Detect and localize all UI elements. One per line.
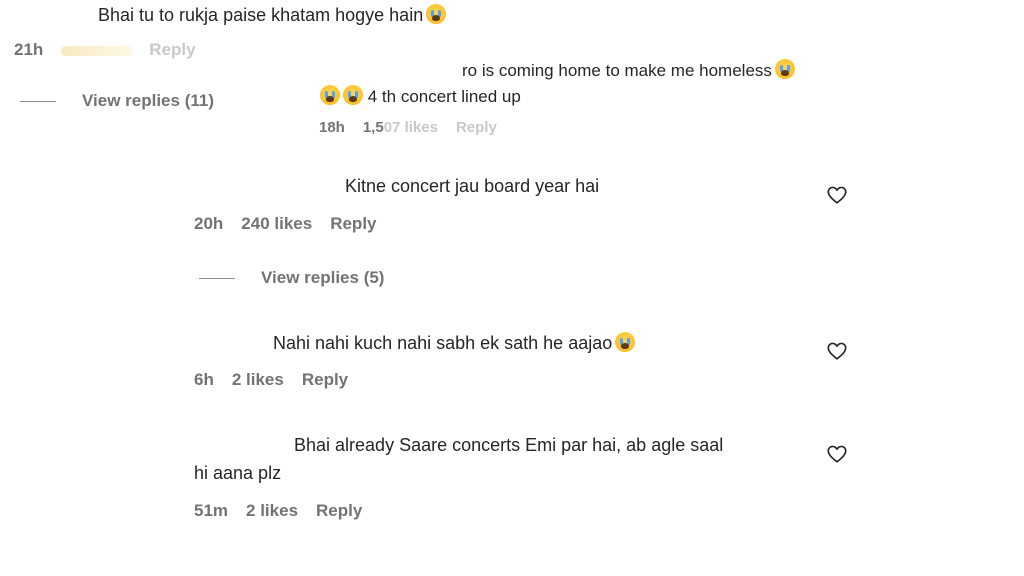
comment-4-time: 6h (194, 370, 214, 389)
comment-3-body: Kitne concert jau board year hai (345, 176, 600, 196)
crying-face-icon (320, 85, 340, 105)
comment-3-view-replies[interactable]: View replies (5) (199, 268, 384, 288)
comment-4-meta: 6h 2 likes Reply (194, 370, 366, 390)
crying-face-icon (615, 332, 636, 352)
crying-face-icon (343, 85, 363, 105)
comment-2-text-line1: ro is coming home to make me homeless (462, 59, 795, 81)
comment-5-likes: 2 likes (246, 501, 299, 520)
comment-4-body: Nahi nahi kuch nahi sabh ek sath he aaja… (273, 333, 613, 353)
comment-1-time: 21h (14, 40, 44, 59)
comment-1-view-replies[interactable]: View replies (11) (20, 91, 214, 111)
comment-5-body-line2: hi aana plz (194, 463, 282, 483)
comment-1-reply-button[interactable]: Reply (149, 40, 195, 59)
heart-icon[interactable] (826, 443, 848, 465)
comment-3-text: Kitne concert jau board year hai (345, 176, 599, 197)
comment-4-likes: 2 likes (231, 370, 284, 389)
comment-2-meta: 18h 1,507 likes Reply (319, 119, 515, 136)
comment-5-text-line1: Bhai already Saare concerts Emi par hai,… (294, 435, 723, 456)
blurred-likes (61, 45, 134, 56)
comment-2-body-line1: ro is coming home to make me homeless (462, 61, 772, 80)
comment-5-meta: 51m 2 likes Reply (194, 501, 380, 521)
crying-face-icon (774, 59, 795, 79)
comment-5-time: 51m (194, 501, 229, 520)
comment-3-reply-button[interactable]: Reply (330, 214, 376, 233)
comment-1-text: Bhai tu to rukja paise khatam hogye hain (98, 4, 447, 26)
comment-2-likes-faded: 07 likes (383, 119, 438, 136)
divider-line (20, 100, 56, 102)
comment-3-meta: 20h 240 likes Reply (194, 214, 395, 234)
comment-1-meta: 21h Reply (14, 40, 214, 60)
comment-5-reply-button[interactable]: Reply (316, 501, 362, 520)
comment-2-time: 18h (319, 119, 345, 136)
heart-icon[interactable] (826, 184, 848, 206)
comment-5-text-line2: hi aana plz (194, 463, 281, 484)
comment-4-reply-button[interactable]: Reply (302, 370, 348, 389)
comment-1-view-replies-label: View replies (11) (82, 91, 214, 110)
crying-face-icon (426, 4, 447, 24)
comment-1-body: Bhai tu to rukja paise khatam hogye hain (98, 5, 424, 25)
comment-3-time: 20h (194, 214, 224, 233)
comment-2-likes: 1,5 (362, 119, 384, 136)
comment-4-text: Nahi nahi kuch nahi sabh ek sath he aaja… (273, 332, 636, 354)
comment-2-text-line2: 4 th concert lined up (320, 85, 521, 107)
comment-3-likes: 240 likes (241, 214, 313, 233)
comment-3-view-replies-label: View replies (5) (261, 268, 385, 287)
heart-icon[interactable] (826, 340, 848, 362)
divider-line (199, 277, 235, 279)
comment-2-reply-button[interactable]: Reply (456, 119, 497, 136)
comment-2-body-line2: 4 th concert lined up (367, 87, 521, 106)
comment-5-body-line1: Bhai already Saare concerts Emi par hai,… (294, 435, 724, 455)
